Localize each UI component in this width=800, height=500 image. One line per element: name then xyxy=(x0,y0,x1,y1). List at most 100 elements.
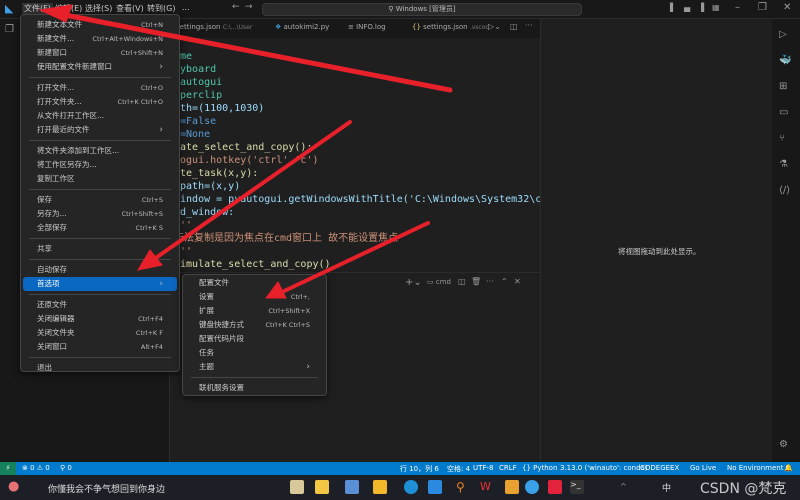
run-icon[interactable]: ▷⌄ xyxy=(488,22,501,31)
maximize-panel-icon[interactable]: ⌃ xyxy=(501,277,508,286)
remote-explorer-icon[interactable]: ▭ xyxy=(779,107,788,118)
problems-indicator[interactable]: ⊗ 0 ⚠ 0 xyxy=(22,464,50,472)
wps-icon[interactable]: W xyxy=(480,480,494,494)
close-icon[interactable]: ✕ xyxy=(783,2,791,13)
back-arrow-icon[interactable]: ← xyxy=(232,2,240,12)
go-live-button[interactable]: Go Live xyxy=(690,464,716,472)
tab-info-log[interactable]: ≡ INFO.log xyxy=(348,23,386,31)
menu-item[interactable]: 主题 › xyxy=(185,360,324,374)
menu-item[interactable]: 将文件夹添加到工作区... xyxy=(23,144,177,158)
menu-item[interactable]: 打开文件... Ctrl+O xyxy=(23,81,177,95)
explorer-icon[interactable]: ❐ xyxy=(5,24,14,35)
menu-item[interactable]: 全部保存 Ctrl+K S xyxy=(23,221,177,235)
split-terminal-icon[interactable]: ◫ xyxy=(458,277,466,286)
docker-icon[interactable]: 🐳 xyxy=(779,55,791,66)
menu-item[interactable]: 关闭文件夹 Ctrl+K F xyxy=(23,326,177,340)
menu-item[interactable]: 键盘快捷方式 Ctrl+K Ctrl+S xyxy=(185,318,324,332)
toggle-secondary-icon[interactable]: ▐ xyxy=(698,3,704,12)
more-icon[interactable]: ··· xyxy=(486,277,494,286)
menu-item[interactable]: 联机服务设置 xyxy=(185,381,324,395)
file-explorer-icon[interactable] xyxy=(373,480,387,494)
menu-item[interactable]: 配置文件 xyxy=(185,276,324,290)
python-interpreter[interactable]: 3.13.0 ('winauto': conda) xyxy=(560,464,648,472)
menu-item[interactable]: 关闭编辑器 Ctrl+F4 xyxy=(23,312,177,326)
indentation[interactable]: 空格: 4 xyxy=(447,464,470,474)
menu-item[interactable]: 保存 Ctrl+S xyxy=(23,193,177,207)
menu-item[interactable]: 将工作区另存为... xyxy=(23,158,177,172)
menu-item[interactable]: 打开文件夹... Ctrl+K Ctrl+O xyxy=(23,95,177,109)
menu-item[interactable]: 关闭窗口 Alt+F4 xyxy=(23,340,177,354)
menu-item[interactable]: 设置 Ctrl+, xyxy=(185,290,324,304)
menu-selection[interactable]: 选择(S) xyxy=(85,3,112,14)
remote-icon[interactable]: ⚡ xyxy=(0,462,16,475)
taskbar-search-text[interactable]: 你懂我会不争气想回到你身边 xyxy=(48,482,165,495)
ports-indicator[interactable]: ⚲ 0 xyxy=(60,464,72,472)
menu-item[interactable]: 从文件打开工作区... xyxy=(23,109,177,123)
menu-item[interactable]: 退出 xyxy=(23,361,177,375)
command-center-search[interactable]: ⚲ Windows [管理员] xyxy=(262,3,582,16)
app-icon-monitor[interactable] xyxy=(345,480,359,494)
menu-edit[interactable]: 编辑(E) xyxy=(55,3,82,14)
vscode-taskbar-icon[interactable] xyxy=(428,480,442,494)
menu-item[interactable]: 扩展 Ctrl+Shift+X xyxy=(185,304,324,318)
menu-item[interactable]: 新建文件... Ctrl+Alt+Windows+N xyxy=(23,32,177,46)
trash-icon[interactable]: 🗑 xyxy=(471,277,481,286)
menu-item[interactable]: 新建窗口 Ctrl+Shift+N xyxy=(23,46,177,60)
netease-music-icon[interactable] xyxy=(548,480,562,494)
tab-autokimi2[interactable]: ❖ autokimi2.py xyxy=(275,23,329,31)
menu-item[interactable]: 使用配置文件新建窗口 › xyxy=(23,60,177,74)
menu-file[interactable]: 文件(F) xyxy=(22,3,53,14)
menu-item[interactable]: 任务 xyxy=(185,346,324,360)
codegeex-status[interactable]: CODEGEEX xyxy=(640,464,679,472)
tab-settings-vscode[interactable]: {} settings.json .vscod xyxy=(412,23,489,31)
menu-item[interactable]: 自动保存 xyxy=(23,263,177,277)
menu-item[interactable]: 还原文件 xyxy=(23,298,177,312)
close-panel-icon[interactable]: ✕ xyxy=(514,277,521,286)
menu-item[interactable]: 复制工作区 xyxy=(23,172,177,186)
menu-go[interactable]: 转到(G) xyxy=(147,3,175,14)
codegeex-icon[interactable]: ⟨/⟩ xyxy=(779,185,790,196)
tab-settings-user[interactable]: settings.json C:\...\User xyxy=(176,23,252,31)
search-app-icon[interactable]: ⚲ xyxy=(456,480,470,494)
settings-gear-icon[interactable]: ⚙ xyxy=(779,439,788,450)
restore-icon[interactable]: ❐ xyxy=(758,2,767,13)
menu-item[interactable]: 新建文本文件 Ctrl+N xyxy=(23,18,177,32)
minimize-icon[interactable]: – xyxy=(735,2,740,13)
toggle-panel-icon[interactable]: ▄ xyxy=(684,3,690,12)
cursor-position[interactable]: 行 10，列 6 xyxy=(400,464,439,474)
code-editor[interactable]: ime eyboard yautogui yperclip ath=(1100,1030… xyxy=(170,38,540,272)
toggle-sidebar-icon[interactable]: ▌ xyxy=(670,3,676,12)
customize-layout-icon[interactable]: ▦ xyxy=(712,3,720,12)
source-control-icon[interactable]: ⑂ xyxy=(779,133,785,144)
terminal-tab[interactable]: ▭ cmd xyxy=(427,278,451,286)
tray-expand-icon[interactable]: ^ xyxy=(620,482,627,491)
menu-more[interactable]: ... xyxy=(182,3,190,12)
widgets-icon[interactable]: ● xyxy=(8,479,19,494)
terminal-icon[interactable]: >_ xyxy=(570,480,584,494)
menu-item[interactable]: 另存为... Ctrl+Shift+S xyxy=(23,207,177,221)
split-editor-icon[interactable]: ◫ xyxy=(510,22,518,31)
menu-item[interactable]: 共享 xyxy=(23,242,177,256)
menu-item[interactable]: 打开最近的文件 › xyxy=(23,123,177,137)
encoding[interactable]: UTF-8 xyxy=(473,464,493,472)
language-mode[interactable]: {} Python xyxy=(522,464,557,472)
ime-indicator[interactable]: 中 xyxy=(662,481,671,494)
app-icon-search[interactable] xyxy=(525,480,539,494)
forward-arrow-icon[interactable]: → xyxy=(245,2,253,12)
line-ending[interactable]: CRLF xyxy=(499,464,517,472)
environment-status[interactable]: No Environment xyxy=(727,464,783,472)
notifications-icon[interactable]: 🔔 xyxy=(784,464,793,472)
app-icon-people[interactable] xyxy=(505,480,519,494)
menu-item-label: 打开最近的文件 xyxy=(37,125,90,134)
more-actions-icon[interactable]: ··· xyxy=(525,21,533,30)
run-debug-icon[interactable]: ▷ xyxy=(779,29,787,40)
menu-item[interactable]: 首选项 › xyxy=(23,277,177,291)
new-terminal-icon[interactable]: +⌄ xyxy=(405,277,422,288)
menu-item[interactable]: 配置代码片段 xyxy=(185,332,324,346)
app-icon-notes[interactable] xyxy=(315,480,329,494)
menu-view[interactable]: 查看(V) xyxy=(116,3,144,14)
edge-icon[interactable] xyxy=(404,480,418,494)
app-icon-1[interactable] xyxy=(290,480,304,494)
testing-icon[interactable]: ⚗ xyxy=(779,159,788,170)
extensions-icon[interactable]: ⊞ xyxy=(779,81,787,92)
